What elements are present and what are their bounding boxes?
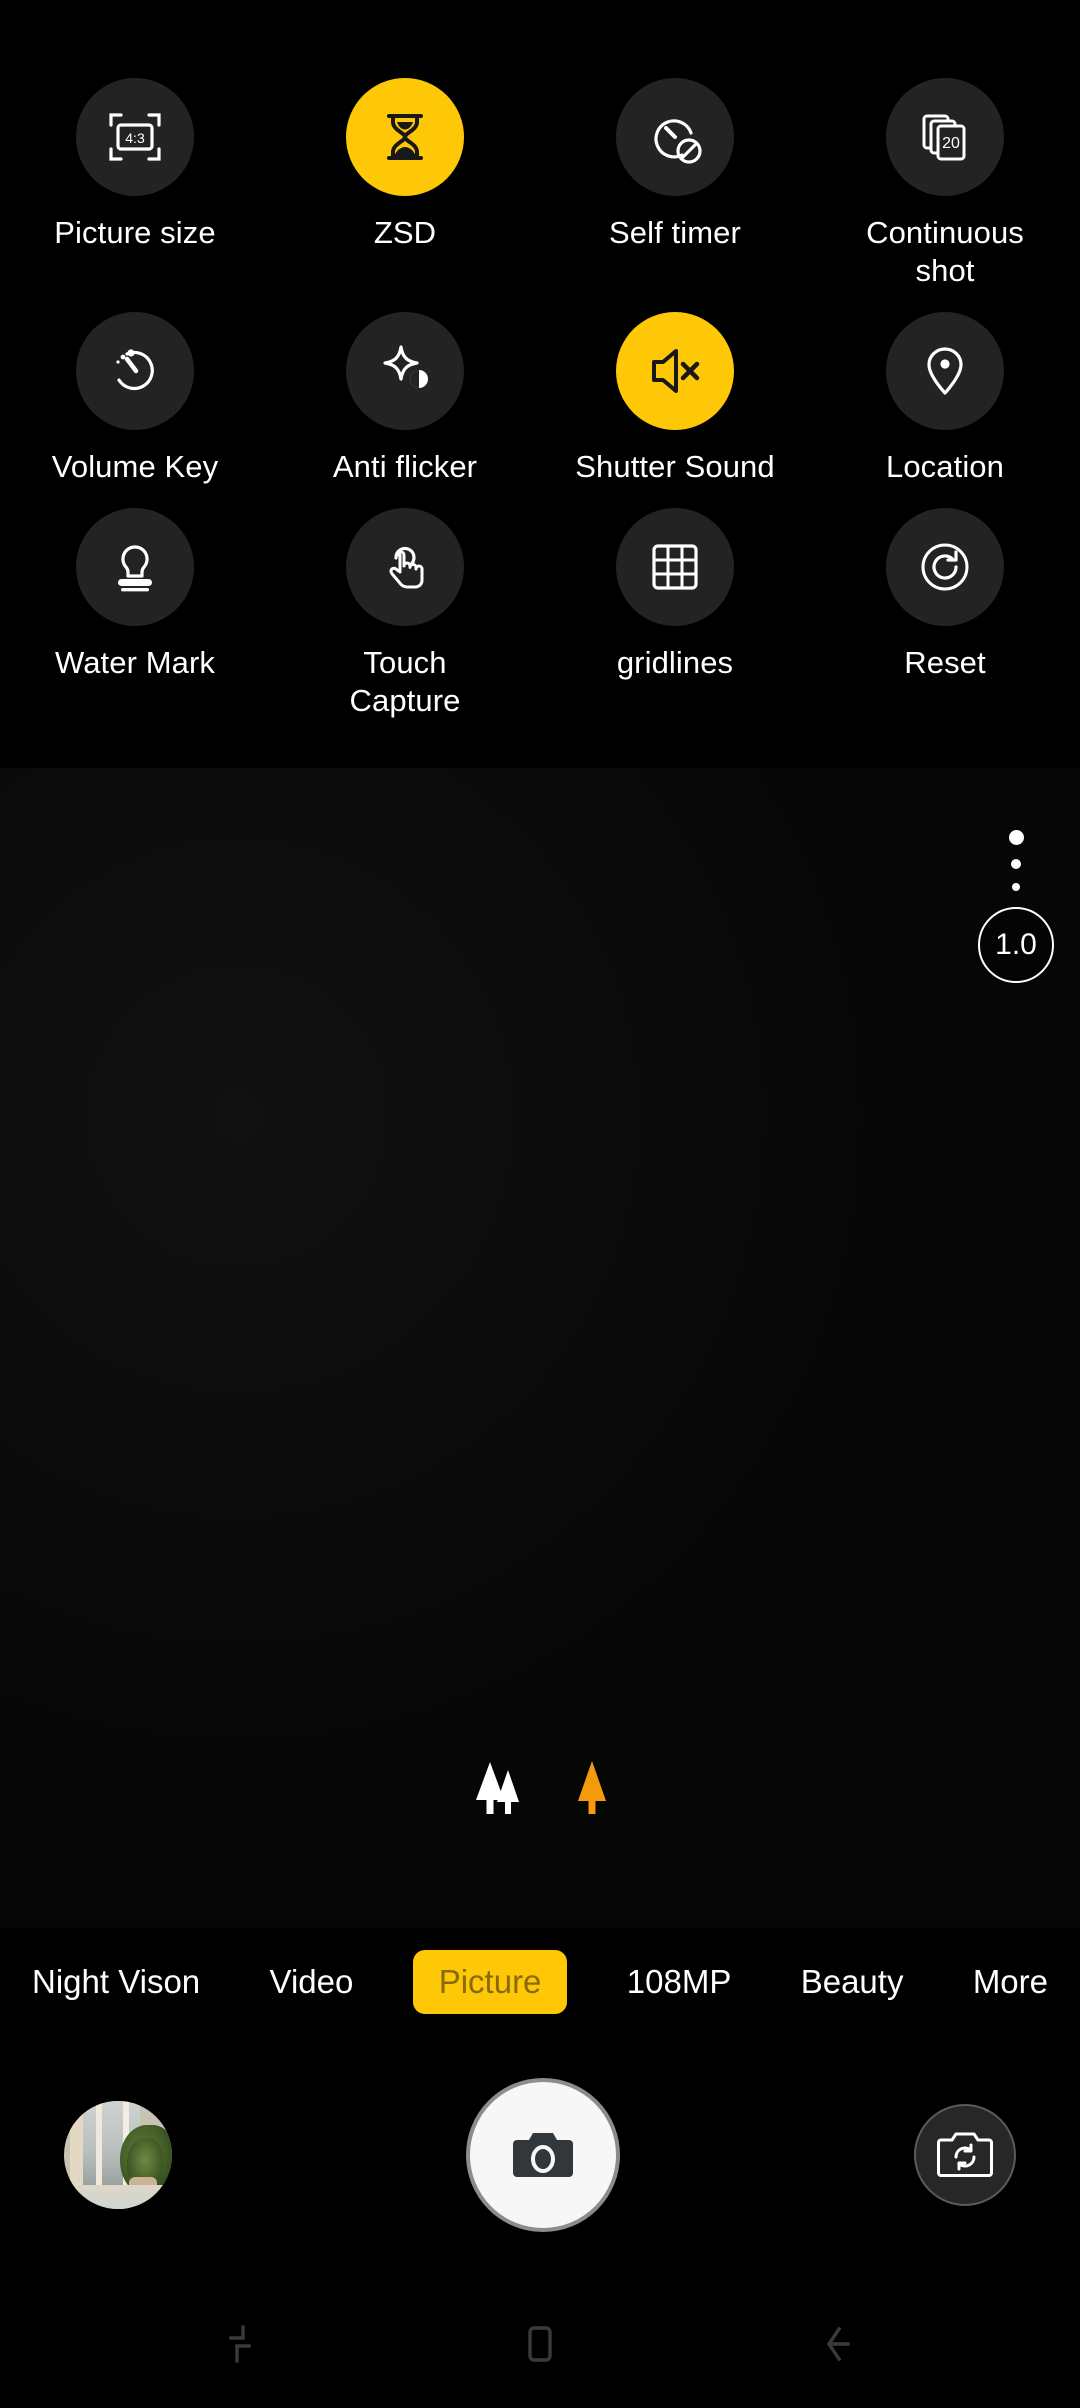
self-timer-off-icon-wrap (616, 78, 734, 196)
setting-label: Reset (904, 645, 986, 680)
camera-viewfinder[interactable]: 1.0 (0, 768, 1080, 1928)
zoom-dot-small[interactable] (1012, 883, 1020, 891)
self-timer-off-icon (654, 119, 702, 164)
thumb-window-sill (64, 2185, 172, 2209)
settings-row: 4:3 Picture size ZSD Self timer 20 Conti… (0, 78, 1080, 312)
switch-camera-icon (937, 2132, 993, 2177)
mode-picture[interactable]: Picture (412, 1950, 568, 2014)
speaker-mute-icon-wrap (616, 312, 734, 430)
tree-orange-icon (578, 1761, 606, 1814)
back-button[interactable] (780, 2284, 900, 2404)
continuous-shot-icon-wrap: 20 (886, 78, 1004, 196)
anti-flicker-icon (383, 345, 428, 388)
setting-location[interactable]: Location (810, 312, 1080, 508)
setting-label: Water Mark (54, 645, 216, 680)
touch-capture-hand-icon (389, 546, 424, 589)
mode-night-vison[interactable]: Night Vison (22, 1950, 210, 2014)
setting-label: Picture size (54, 215, 216, 250)
setting-label: ZSD (373, 215, 437, 250)
watermark-stamp-icon-wrap (76, 508, 194, 626)
picture-size-icon: 4:3 (109, 113, 161, 161)
setting-picture-size[interactable]: 4:3 Picture size (0, 78, 270, 312)
shutter-button[interactable] (466, 2078, 620, 2232)
setting-label: gridlines (616, 645, 734, 680)
setting-self-timer[interactable]: Self timer (540, 78, 810, 312)
hourglass-icon-wrap (346, 78, 464, 196)
setting-label: Volume Key (51, 449, 219, 484)
camera-mode-bar[interactable]: Night Vison Video Picture 108MP Beauty M… (0, 1928, 1080, 2030)
recents-icon (229, 2325, 251, 2363)
reset-refresh-icon (921, 543, 969, 591)
zoom-level-badge[interactable]: 1.0 (978, 907, 1054, 983)
volume-key-dial-icon-wrap (76, 312, 194, 430)
camera-icon (513, 2133, 573, 2177)
home-button[interactable] (480, 2284, 600, 2404)
hourglass-icon (387, 114, 423, 160)
setting-anti-flicker[interactable]: Anti flicker (270, 312, 540, 508)
mode-108mp[interactable]: 108MP (617, 1950, 742, 2014)
location-pin-icon (927, 347, 963, 395)
setting-touch-capture[interactable]: Touch Capture (270, 508, 540, 742)
reset-refresh-icon-wrap (886, 508, 1004, 626)
mode-more[interactable]: More (963, 1950, 1058, 2014)
setting-zsd[interactable]: ZSD (270, 78, 540, 312)
trees-white-icon (476, 1762, 519, 1814)
scene-detection-icons (0, 1758, 1080, 1816)
back-icon (826, 2326, 850, 2362)
settings-row: Volume Key Anti flicker Shutter Sound Lo… (0, 312, 1080, 508)
camera-shutter-bar (0, 2030, 1080, 2280)
setting-shutter-sound[interactable]: Shutter Sound (540, 312, 810, 508)
svg-text:4:3: 4:3 (125, 130, 145, 146)
zoom-control[interactable]: 1.0 (978, 830, 1054, 983)
svg-text:20: 20 (942, 135, 960, 152)
grid-3x3-icon-wrap (616, 508, 734, 626)
camera-settings-panel: 4:3 Picture size ZSD Self timer 20 Conti… (0, 0, 1080, 768)
gallery-thumbnail[interactable] (64, 2101, 172, 2209)
switch-camera-button[interactable] (914, 2104, 1016, 2206)
location-pin-icon-wrap (886, 312, 1004, 430)
home-icon (528, 2326, 552, 2362)
setting-label: Anti flicker (332, 449, 478, 484)
setting-label: Self timer (609, 215, 741, 250)
touch-capture-hand-icon-wrap (346, 508, 464, 626)
speaker-mute-icon (652, 349, 700, 393)
camera-app-screen: 4:3 Picture size ZSD Self timer 20 Conti… (0, 0, 1080, 2408)
zoom-dot-large[interactable] (1008, 830, 1024, 845)
anti-flicker-icon-wrap (346, 312, 464, 430)
zoom-dot-medium[interactable] (1011, 859, 1021, 869)
setting-reset[interactable]: Reset (810, 508, 1080, 742)
setting-gridlines[interactable]: gridlines (540, 508, 810, 742)
watermark-stamp-icon (118, 545, 152, 592)
recents-button[interactable] (180, 2284, 300, 2404)
setting-water-mark[interactable]: Water Mark (0, 508, 270, 742)
continuous-shot-icon: 20 (922, 114, 966, 161)
setting-continuous-shot[interactable]: 20 Continuous shot (810, 78, 1080, 312)
settings-row: Water Mark Touch Capture gridlines Reset (0, 508, 1080, 742)
setting-label: Continuous shot (866, 215, 1024, 288)
android-navigation-bar (0, 2280, 1080, 2408)
grid-3x3-icon (652, 544, 698, 590)
setting-label: Location (885, 449, 1004, 484)
setting-volume-key[interactable]: Volume Key (0, 312, 270, 508)
mode-video[interactable]: Video (260, 1950, 364, 2014)
volume-key-dial-icon (116, 349, 154, 391)
setting-label: Shutter Sound (575, 449, 775, 484)
thumb-window-mullion-1 (96, 2101, 102, 2188)
picture-size-icon-wrap: 4:3 (76, 78, 194, 196)
setting-label: Touch Capture (349, 645, 461, 718)
mode-beauty[interactable]: Beauty (791, 1950, 914, 2014)
